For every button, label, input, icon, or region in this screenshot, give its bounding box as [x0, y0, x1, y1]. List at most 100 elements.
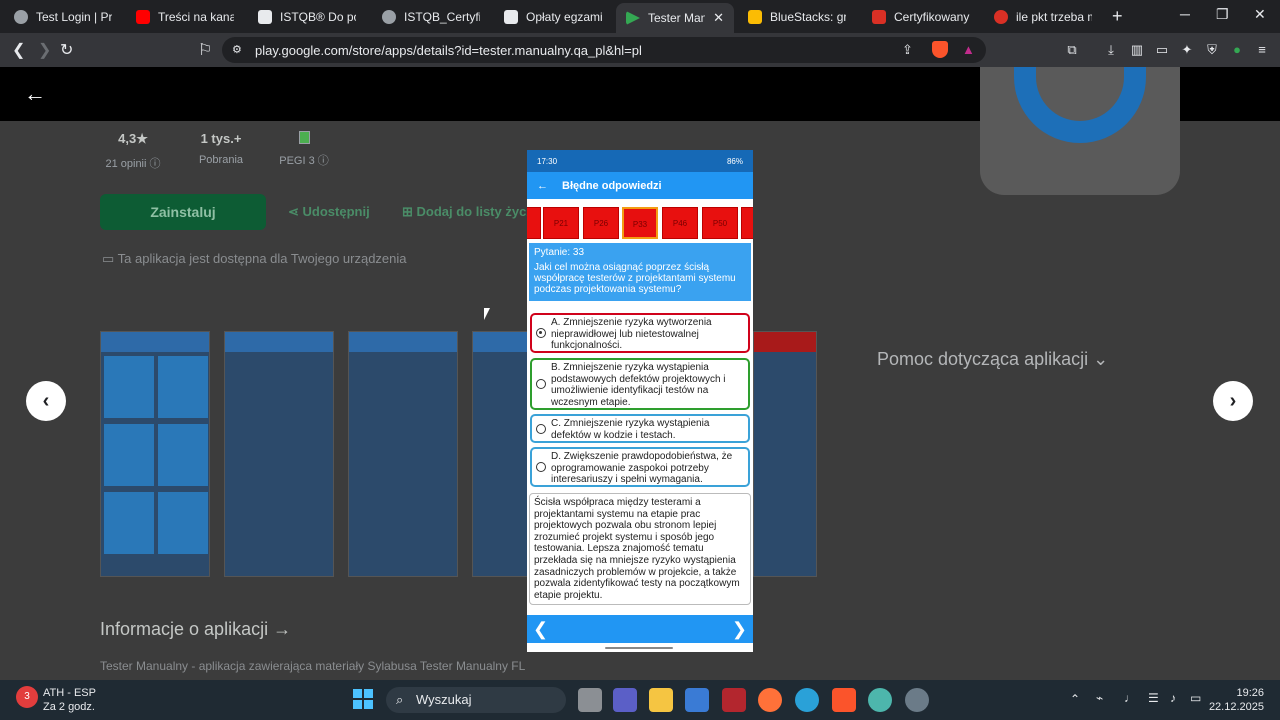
bluestacks-icon	[748, 10, 762, 24]
brave-rewards-icon[interactable]: ▲	[962, 42, 975, 57]
chevron-down-icon: ⌄	[1093, 349, 1109, 369]
carousel-next-button[interactable]: ›	[1213, 381, 1253, 421]
answer-explanation: Ścisła współpraca między testerami a pro…	[529, 493, 751, 605]
forward-icon[interactable]: ❯	[38, 40, 51, 60]
phone-header: ← Błędne odpowiedzi	[527, 172, 753, 199]
screenshot-thumbnail[interactable]	[100, 331, 210, 577]
question-strip: P21 P26 P33 P46 P50	[527, 199, 753, 243]
brave-icon[interactable]	[832, 688, 856, 712]
youtube-icon	[136, 10, 150, 24]
document-icon	[258, 10, 272, 24]
back-arrow-icon[interactable]: ←	[537, 180, 548, 192]
document-icon	[504, 10, 518, 24]
screenshot-thumbnail[interactable]	[348, 331, 458, 577]
microphone-icon[interactable]: ♩	[1124, 691, 1136, 705]
address-bar[interactable]: ⚙ play.google.com/store/apps/details?id=…	[222, 37, 986, 63]
phone-screenshot: 17:30 86% ← Błędne odpowiedzi P21 P26 P3…	[527, 150, 753, 652]
tab-8[interactable]: ile pkt trzeba mieć	[984, 4, 1102, 30]
downloads-stat: 1 tys.+ Pobrania	[198, 131, 244, 166]
question-button[interactable]: P21	[543, 207, 579, 239]
wishlist-button[interactable]: ⊞ Dodaj do listy życz	[402, 204, 533, 220]
bookmark-icon[interactable]: ⚐	[198, 40, 212, 60]
tab-0[interactable]: Test Login | Practic	[4, 4, 122, 30]
wallet-icon[interactable]: ▭	[1154, 42, 1170, 58]
weather-widget-icon[interactable]: 3	[16, 686, 38, 708]
install-button[interactable]: Zainstaluj	[100, 194, 266, 230]
brave-shield-icon[interactable]	[932, 41, 948, 58]
question-button[interactable]: P26	[583, 207, 619, 239]
taskbar-search[interactable]: ⌕ Wyszukaj	[386, 687, 566, 713]
windows-start-icon[interactable]	[353, 689, 373, 709]
mouse-cursor-icon	[484, 308, 490, 320]
phone-bottom-nav: ❮ ❯	[527, 615, 753, 643]
question-button-partial[interactable]	[741, 207, 753, 239]
answer-option-c[interactable]: C. Zmniejszenie ryzyka wystąpienia defek…	[530, 414, 750, 443]
question-button[interactable]: P46	[662, 207, 698, 239]
back-icon[interactable]: ❮	[12, 40, 25, 60]
devices-icon: ▭	[102, 251, 118, 266]
app-info-heading[interactable]: Informacje o aplikacji →	[100, 619, 291, 640]
google-play-icon	[626, 11, 640, 25]
volume-icon[interactable]: ♪	[1170, 691, 1176, 705]
radio-icon	[536, 462, 546, 472]
teams-icon[interactable]	[613, 688, 637, 712]
answer-option-a[interactable]: A. Zmniejszenie ryzyka wytworzenia niepr…	[530, 313, 750, 353]
next-question-icon[interactable]: ❯	[732, 619, 747, 640]
system-clock[interactable]: 19:26 22.12.2025	[1209, 686, 1264, 714]
share-page-icon[interactable]: ⇪	[902, 42, 913, 58]
battery-icon[interactable]: ▭	[1190, 691, 1201, 705]
question-button[interactable]: P50	[702, 207, 738, 239]
tab-2[interactable]: ISTQB® Do pobra	[248, 4, 366, 30]
tab-3[interactable]: ISTQB_Certyfikowa	[372, 4, 490, 30]
store-icon[interactable]	[685, 688, 709, 712]
answer-option-d[interactable]: D. Zwiększenie prawdopodobieństwa, że op…	[530, 447, 750, 487]
tray-chevron-icon[interactable]: ⌃	[1070, 692, 1080, 706]
file-explorer-icon[interactable]	[649, 688, 673, 712]
tab-4[interactable]: Opłaty egzaminac	[494, 4, 612, 30]
phone-status-bar: 17:30 86%	[527, 150, 753, 172]
screenshot-thumbnail[interactable]	[472, 331, 528, 577]
screenshot-thumbnail[interactable]	[753, 331, 817, 577]
task-view-icon[interactable]	[578, 688, 602, 712]
radio-selected-icon	[536, 328, 546, 338]
download-icon[interactable]: ⤓	[1103, 42, 1119, 58]
menu-icon[interactable]: ≡	[1254, 42, 1270, 58]
maximize-icon[interactable]: ❐	[1216, 6, 1229, 23]
settings-app-icon[interactable]	[905, 688, 929, 712]
edge-icon[interactable]	[795, 688, 819, 712]
app-icon[interactable]	[868, 688, 892, 712]
leo-ai-icon[interactable]: ✦	[1179, 42, 1195, 58]
mcafee-icon[interactable]	[722, 688, 746, 712]
tab-1[interactable]: Treści na kanale - \	[126, 4, 244, 30]
sidebar-icon[interactable]: ▥	[1129, 42, 1145, 58]
tab-7[interactable]: Certyfikowany test	[862, 4, 980, 30]
network-icon[interactable]: ⌁	[1096, 691, 1103, 705]
browser-tab-bar: Test Login | Practic Treści na kanale - …	[0, 0, 1280, 33]
weather-widget[interactable]: ATH - ESP Za 2 godz.	[43, 686, 96, 714]
url-text: play.google.com/store/apps/details?id=te…	[255, 43, 642, 58]
share-button[interactable]: ⋖ Udostępnij	[288, 204, 370, 220]
site-info-icon[interactable]: ⚙	[232, 43, 242, 56]
minimize-icon[interactable]: ─	[1180, 6, 1190, 22]
wifi-icon[interactable]: ☰	[1148, 691, 1159, 705]
firefox-icon[interactable]	[758, 688, 782, 712]
screenshot-thumbnail[interactable]	[224, 331, 334, 577]
question-button-current[interactable]: P33	[622, 207, 658, 239]
question-button-partial[interactable]	[527, 207, 541, 239]
answer-option-b[interactable]: B. Zmniejszenie ryzyka wystąpienia podst…	[530, 358, 750, 410]
vpn-icon[interactable]: ⛨	[1204, 42, 1220, 58]
question-box: Pytanie: 33 Jaki cel można osiągnąć popr…	[529, 243, 751, 301]
share-icon: ⋖	[288, 204, 303, 219]
tab-6[interactable]: BlueStacks: graj w	[738, 4, 856, 30]
close-tab-icon[interactable]: ✕	[713, 10, 724, 26]
new-tab-icon[interactable]: +	[1112, 6, 1123, 27]
close-window-icon[interactable]: ✕	[1254, 6, 1266, 23]
screenshot-icon[interactable]: ⧉	[1064, 42, 1080, 58]
close-lightbox-back-icon[interactable]: ←	[24, 81, 46, 107]
reload-icon[interactable]: ↻	[60, 40, 73, 60]
tab-active[interactable]: Tester Manual✕	[616, 3, 734, 33]
prev-question-icon[interactable]: ❮	[533, 619, 548, 640]
app-help-section[interactable]: Pomoc dotycząca aplikacji ⌄	[877, 349, 1108, 370]
carousel-prev-button[interactable]: ‹	[26, 381, 66, 421]
profile-icon[interactable]: ●	[1229, 42, 1245, 58]
